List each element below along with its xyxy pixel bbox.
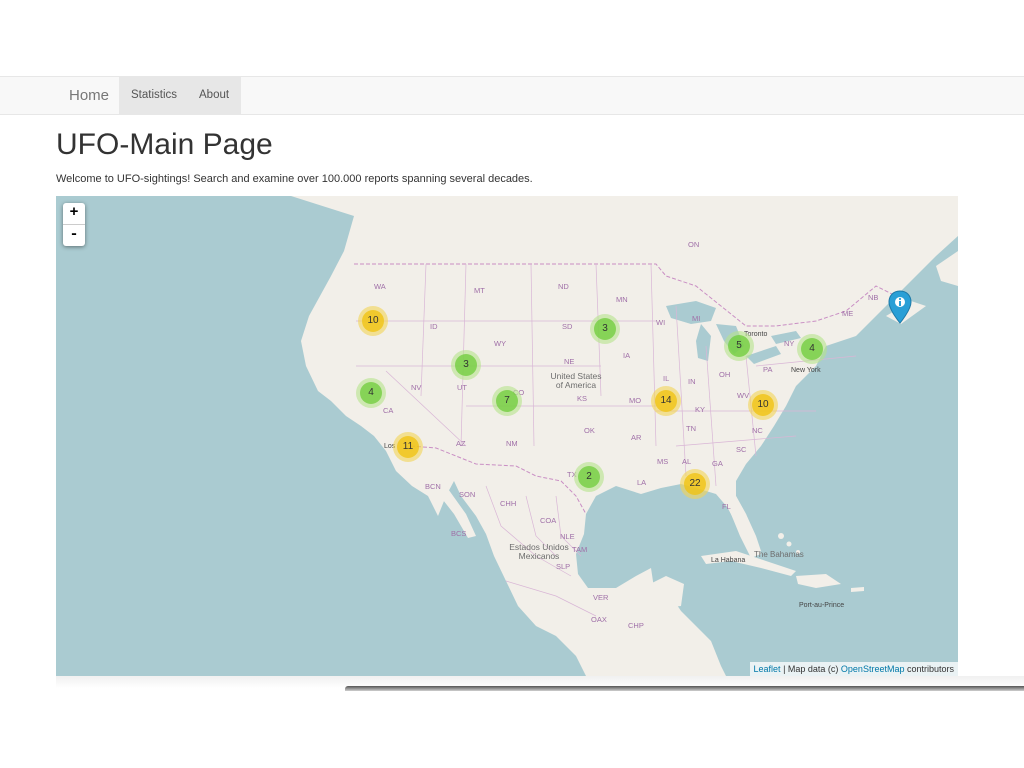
state-label: WY bbox=[494, 339, 507, 348]
openstreetmap-link[interactable]: OpenStreetMap bbox=[841, 664, 905, 674]
country-label: United States of America bbox=[550, 371, 602, 390]
marker-cluster[interactable]: 3 bbox=[590, 314, 620, 344]
state-label: NM bbox=[506, 439, 518, 448]
state-label: IL bbox=[663, 374, 670, 383]
state-label: SON bbox=[459, 490, 476, 499]
state-label: MO bbox=[629, 396, 642, 405]
state-label: TN bbox=[686, 424, 696, 433]
state-label: SD bbox=[562, 322, 573, 331]
cluster-count: 4 bbox=[801, 338, 823, 360]
state-label: WI bbox=[656, 318, 666, 327]
nav-brand-home[interactable]: Home bbox=[69, 77, 109, 114]
state-label: AL bbox=[682, 457, 692, 466]
map[interactable]: WA MT ND MN ID SD WY WI MI NE IA NV UT C… bbox=[56, 196, 958, 676]
state-label: IN bbox=[688, 377, 696, 386]
state-label: CA bbox=[383, 406, 394, 415]
state-label: NY bbox=[784, 339, 795, 348]
info-marker-icon[interactable] bbox=[888, 290, 912, 324]
cluster-count: 14 bbox=[655, 390, 677, 412]
state-label: VER bbox=[593, 593, 609, 602]
state-label: SLP bbox=[556, 562, 571, 571]
marker-cluster[interactable]: 5 bbox=[724, 331, 754, 361]
country-label: Estados Unidos Mexicanos bbox=[509, 542, 569, 561]
place-label: Port-au-Prince bbox=[799, 602, 845, 609]
state-label: TAM bbox=[572, 545, 588, 554]
state-label: ME bbox=[842, 309, 854, 318]
state-label: GA bbox=[712, 459, 723, 468]
state-label: CHH bbox=[500, 499, 517, 508]
zoom-out-button[interactable]: - bbox=[63, 224, 85, 246]
state-label: WA bbox=[374, 282, 386, 291]
marker-cluster[interactable]: 14 bbox=[651, 386, 681, 416]
nav-item-about[interactable]: About bbox=[187, 77, 242, 114]
state-label: KS bbox=[577, 394, 588, 403]
marker-cluster[interactable]: 22 bbox=[680, 469, 710, 499]
marker-cluster[interactable]: 3 bbox=[451, 350, 481, 380]
state-label: NV bbox=[411, 383, 422, 392]
state-label: BCS bbox=[451, 529, 467, 538]
cluster-count: 22 bbox=[684, 473, 706, 495]
state-label: MN bbox=[616, 295, 628, 304]
marker-cluster[interactable]: 10 bbox=[358, 306, 388, 336]
cluster-count: 11 bbox=[397, 436, 419, 458]
zoom-control: + - bbox=[63, 203, 85, 246]
state-label: MS bbox=[657, 457, 669, 466]
nav-item-statistics[interactable]: Statistics bbox=[119, 77, 190, 114]
state-label: OH bbox=[719, 370, 731, 379]
state-label: KY bbox=[695, 405, 706, 414]
state-label: UT bbox=[457, 383, 467, 392]
state-label: SC bbox=[736, 445, 747, 454]
state-label: CHP bbox=[628, 621, 644, 630]
state-label: NB bbox=[868, 293, 879, 302]
marker-cluster[interactable]: 7 bbox=[492, 386, 522, 416]
state-label: MT bbox=[474, 286, 485, 295]
state-label: ON bbox=[688, 240, 700, 249]
horizontal-scrollbar[interactable] bbox=[345, 686, 1024, 691]
state-label: AR bbox=[631, 433, 642, 442]
intro-text: Welcome to UFO-sightings! Search and exa… bbox=[56, 173, 533, 185]
attribution-suffix: contributors bbox=[904, 664, 954, 674]
state-label: MI bbox=[692, 314, 701, 323]
marker-cluster[interactable]: 2 bbox=[574, 462, 604, 492]
state-label: NE bbox=[564, 357, 575, 366]
state-label: OK bbox=[584, 426, 595, 435]
marker-cluster[interactable]: 11 bbox=[393, 432, 423, 462]
state-label: OAX bbox=[591, 615, 607, 624]
cluster-count: 10 bbox=[362, 310, 384, 332]
cluster-count: 10 bbox=[752, 394, 774, 416]
state-label: IA bbox=[623, 351, 631, 360]
marker-cluster[interactable]: 4 bbox=[797, 334, 827, 364]
cluster-count: 3 bbox=[594, 318, 616, 340]
cluster-count: 3 bbox=[455, 354, 477, 376]
state-label: COA bbox=[540, 516, 557, 525]
page-title: UFO-Main Page bbox=[56, 128, 273, 161]
cluster-count: 2 bbox=[578, 466, 600, 488]
cluster-count: 7 bbox=[496, 390, 518, 412]
state-label: FL bbox=[722, 502, 731, 511]
state-label: ND bbox=[558, 282, 569, 291]
zoom-in-button[interactable]: + bbox=[63, 203, 85, 224]
state-label: PA bbox=[763, 365, 773, 374]
attribution-text: | Map data (c) bbox=[780, 664, 841, 674]
place-label: La Habana bbox=[711, 557, 746, 564]
map-attribution: Leaflet | Map data (c) OpenStreetMap con… bbox=[749, 662, 958, 676]
place-label: The Bahamas bbox=[754, 550, 804, 559]
state-label: LA bbox=[637, 478, 647, 487]
state-label: AZ bbox=[456, 439, 466, 448]
leaflet-link[interactable]: Leaflet bbox=[754, 664, 781, 674]
cluster-count: 5 bbox=[728, 335, 750, 357]
marker-cluster[interactable]: 10 bbox=[748, 390, 778, 420]
state-label: NLE bbox=[560, 532, 575, 541]
cluster-count: 4 bbox=[360, 382, 382, 404]
state-label: NC bbox=[752, 426, 763, 435]
state-label: BCN bbox=[425, 482, 441, 491]
state-label: WV bbox=[737, 391, 750, 400]
state-label: ID bbox=[430, 322, 438, 331]
marker-cluster[interactable]: 4 bbox=[356, 378, 386, 408]
navbar: Home Statistics About bbox=[0, 76, 1024, 115]
place-label: New York bbox=[791, 367, 821, 374]
